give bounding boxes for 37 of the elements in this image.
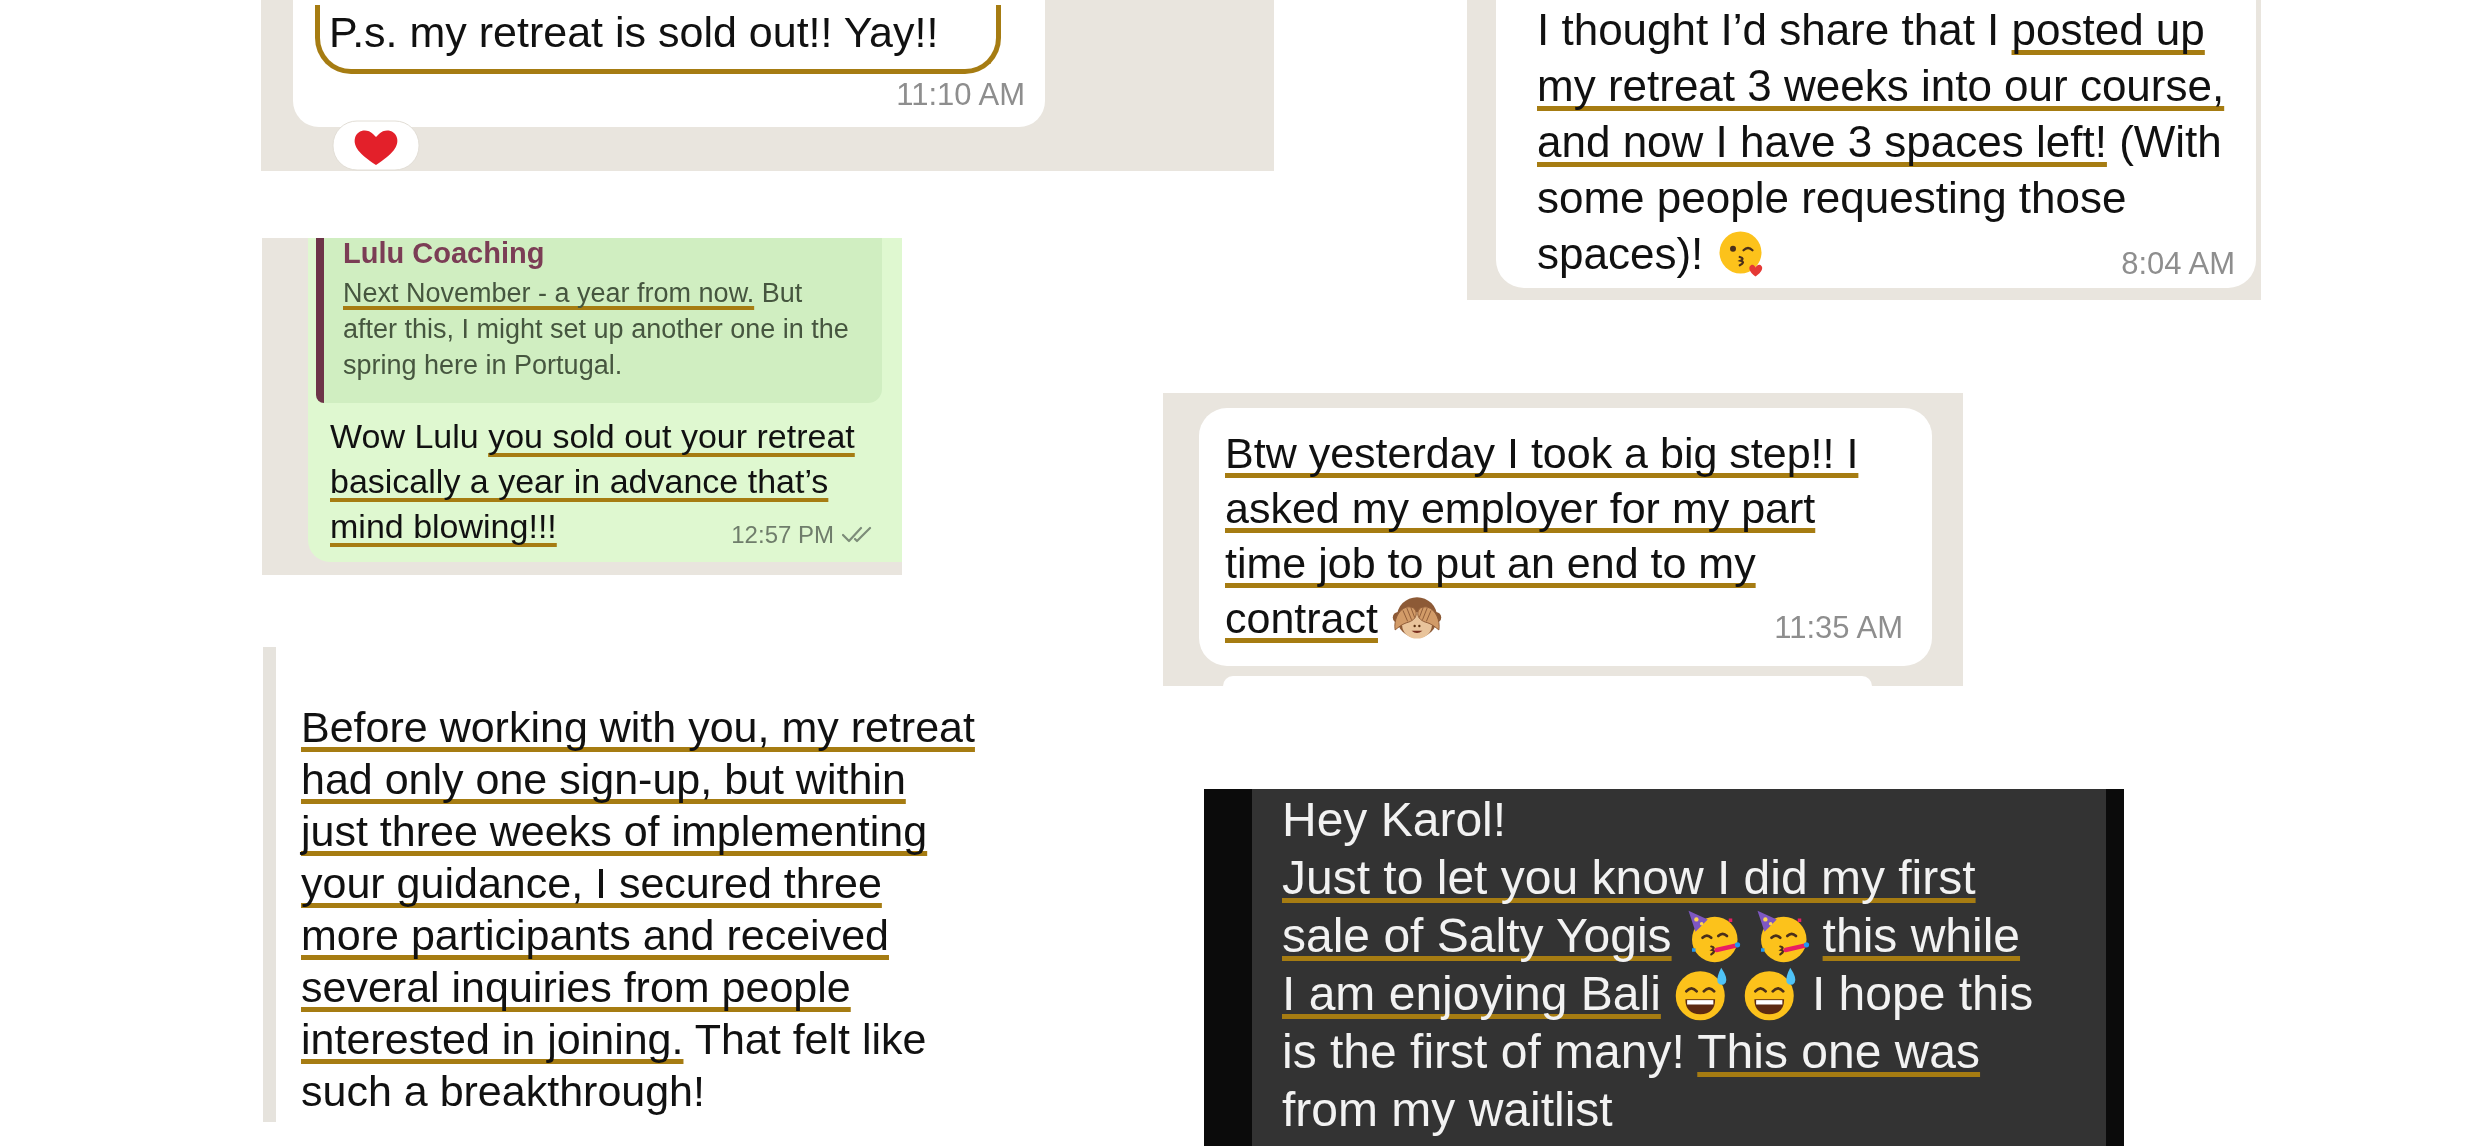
quoted-text: Next November - a year from now. But (343, 277, 803, 310)
message-text: just three weeks of implementing (301, 806, 928, 857)
message-text: is the first of many! This one was (1282, 1024, 1981, 1080)
message-time: 8:04 AM (2121, 246, 2235, 282)
message-text: time job to put an end to my (1225, 538, 1756, 589)
message-text: Before working with you, my retreat (301, 702, 975, 753)
message-text: interested in joining. That felt like (301, 1014, 927, 1065)
message-text: P.s. my retreat is sold out!! Yay!! (315, 5, 1002, 74)
message-text: Hey Karol! (1282, 792, 1507, 848)
message-text: spaces)! (1537, 228, 1704, 280)
message-text: I am enjoying Bali (1282, 966, 1661, 1022)
message-text: I hope this (1811, 966, 2034, 1022)
message-text: Btw yesterday I took a big step!! I (1225, 428, 1859, 479)
message-text: had only one sign-up, but within (301, 754, 906, 805)
message-text: more participants and received (301, 910, 889, 961)
quoted-text: spring here in Portugal. (343, 349, 623, 382)
message-text: Just to let you know I did my first (1282, 850, 1976, 906)
sender-name: Lulu Coaching (343, 238, 546, 268)
message-text: basically a year in advance that’s (330, 461, 829, 502)
message-text: contract (1225, 593, 1378, 644)
message-time: 12:57 PM (731, 521, 834, 549)
message-text: several inquiries from people (301, 962, 851, 1013)
message-text: my retreat 3 weeks into our course, (1537, 60, 2225, 112)
message-text: Wow Lulu you sold out your retreat (330, 416, 855, 457)
message-text: from my waitlist (1282, 1082, 1613, 1138)
message-text: your guidance, I secured three (301, 858, 882, 909)
message-text: asked my employer for my part (1225, 483, 1816, 534)
message-text: this while (1822, 908, 2021, 964)
message-time: 11:10 AM (896, 77, 1025, 113)
message-time: 11:35 AM (1774, 610, 1903, 646)
quoted-text: after this, I might set up another one in the (343, 313, 849, 346)
message-text: and now I have 3 spaces left! (With (1537, 116, 2222, 168)
message-text: some people requesting those (1537, 172, 2127, 224)
message-text: such a breakthrough! (301, 1066, 705, 1117)
message-text: mind blowing!!! (330, 506, 557, 547)
message-text: I thought I’d share that I posted up (1537, 4, 2205, 56)
message-text: sale of Salty Yogis (1282, 908, 1672, 964)
